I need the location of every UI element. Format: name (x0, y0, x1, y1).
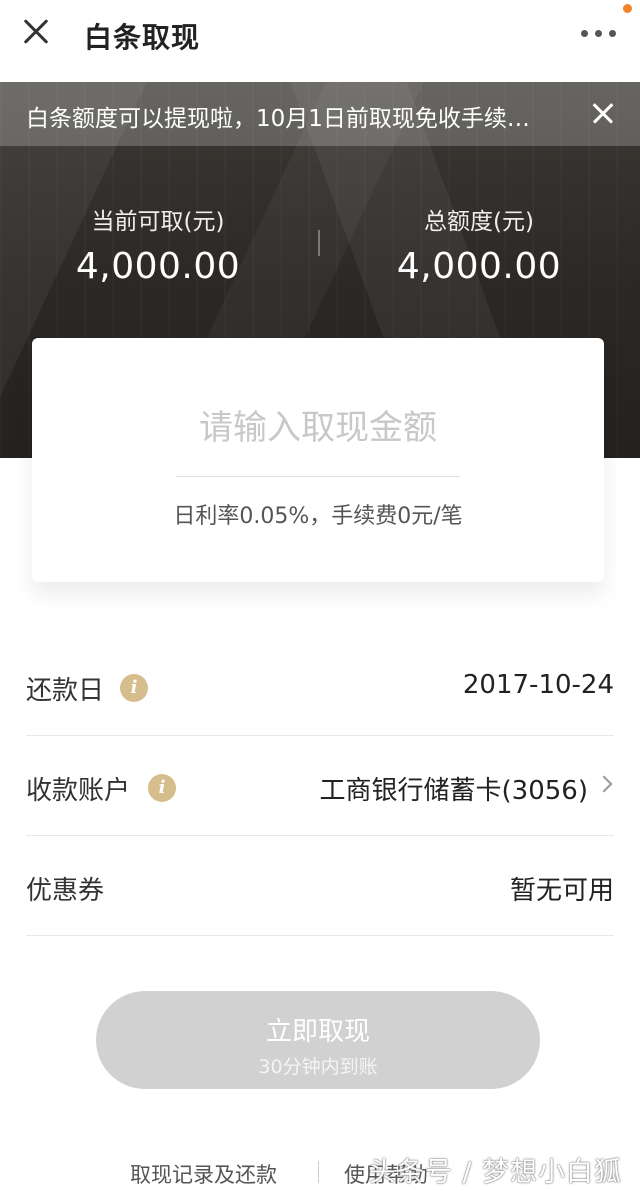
total-value: 4,000.00 (396, 246, 562, 287)
withdraw-button[interactable]: 立即取现 30分钟内到账 (96, 991, 540, 1089)
total-stat: 总额度(元) 4,000.00 (359, 202, 599, 287)
notice-close-icon[interactable] (590, 100, 616, 126)
rate-text: 日利率0.05%，手续费0元/笔 (173, 504, 463, 529)
info-icon[interactable]: i (120, 674, 148, 702)
available-stat: 当前可取(元) 4,000.00 (38, 202, 278, 287)
records-link[interactable]: 取现记录及还款 (130, 1159, 277, 1189)
withdraw-button-label: 立即取现 (265, 1017, 370, 1047)
available-label: 当前可取(元) (91, 209, 225, 235)
account-row[interactable]: 收款账户 i 工商银行储蓄卡(3056) (26, 736, 614, 836)
notice-bar: 白条额度可以提现啦，10月1日前取现免收手续… (0, 82, 640, 146)
withdraw-card: 日利率0.05%，手续费0元/笔 (32, 338, 604, 582)
repay-date-label: 还款日 (26, 676, 105, 706)
notification-dot (623, 4, 632, 13)
notice-text[interactable]: 白条额度可以提现啦，10月1日前取现免收手续… (26, 99, 530, 133)
amount-input[interactable] (176, 404, 460, 452)
footer-divider (318, 1161, 319, 1183)
page-title: 白条取现 (84, 21, 201, 54)
repay-date-value: 2017-10-24 (462, 670, 614, 700)
input-underline (176, 476, 460, 477)
coupon-row: 优惠券 暂无可用 (26, 836, 614, 936)
footer-links: 取现记录及还款 使用帮助 头条号 / 梦想小白狐 (0, 1156, 640, 1188)
account-value[interactable]: 工商银行储蓄卡(3056) (320, 770, 588, 807)
top-bar: 白条取现 (0, 0, 640, 82)
more-icon[interactable] (580, 24, 620, 44)
chevron-right-icon[interactable] (595, 775, 613, 793)
repay-date-row: 还款日 i 2017-10-24 (26, 636, 614, 736)
coupon-value: 暂无可用 (509, 876, 614, 906)
account-label: 收款账户 (26, 776, 131, 806)
info-icon[interactable]: i (148, 774, 176, 802)
total-label: 总额度(元) (424, 209, 534, 235)
withdraw-button-sublabel: 30分钟内到账 (258, 1056, 378, 1078)
coupon-label: 优惠券 (26, 876, 105, 906)
stat-divider (318, 230, 320, 256)
watermark: 头条号 / 梦想小白狐 (368, 1157, 622, 1188)
close-icon[interactable] (18, 14, 54, 50)
available-value: 4,000.00 (75, 246, 241, 287)
